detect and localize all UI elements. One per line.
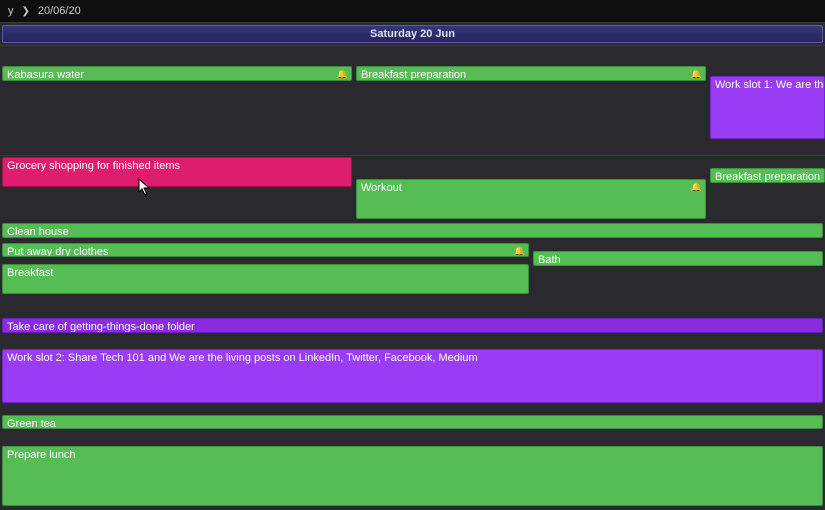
event-green-tea[interactable]: Green tea xyxy=(2,415,823,429)
event-bath[interactable]: Bath xyxy=(533,251,823,266)
calendar-canvas[interactable]: Kabasura water 🔔 Breakfast preparation 🔔… xyxy=(0,46,825,510)
event-label: Put away dry clothes xyxy=(7,246,109,257)
event-label: Workout xyxy=(361,182,402,194)
bell-icon: 🔔 xyxy=(337,68,348,81)
event-label: Kabasura water xyxy=(7,69,84,81)
event-work-slot-2[interactable]: Work slot 2: Share Tech 101 and We are t… xyxy=(2,349,823,403)
event-put-away-clothes[interactable]: Put away dry clothes 🔔 xyxy=(2,243,529,257)
event-label: Take care of getting-things-done folder xyxy=(7,321,195,333)
bell-icon: 🔔 xyxy=(514,245,525,257)
event-breakfast-prep[interactable]: Breakfast preparation 🔔 xyxy=(356,66,706,81)
breadcrumb-current[interactable]: 20/06/20 xyxy=(34,5,85,17)
event-kabasura[interactable]: Kabasura water 🔔 xyxy=(2,66,352,81)
event-workout[interactable]: Workout 🔔 xyxy=(356,179,706,219)
event-label: Grocery shopping for finished items xyxy=(7,160,180,172)
chevron-right-icon: ❯ xyxy=(22,6,30,17)
event-clean-house[interactable]: Clean house xyxy=(2,223,823,238)
event-label: Work slot 2: Share Tech 101 and We are t… xyxy=(7,352,478,364)
breadcrumb: y ❯ 20/06/20 xyxy=(0,0,825,22)
event-work-slot-1[interactable]: Work slot 1: We are the livin xyxy=(710,76,825,139)
event-breakfast-prep-2[interactable]: Breakfast preparation xyxy=(710,168,825,183)
breadcrumb-prev[interactable]: y xyxy=(4,5,18,17)
day-title: Saturday 20 Jun xyxy=(370,28,455,40)
bell-icon: 🔔 xyxy=(691,68,702,81)
current-time-indicator xyxy=(0,155,825,156)
event-grocery[interactable]: Grocery shopping for finished items xyxy=(2,157,352,187)
event-breakfast[interactable]: Breakfast xyxy=(2,264,529,294)
event-label: Breakfast xyxy=(7,267,53,279)
day-header[interactable]: Saturday 20 Jun xyxy=(2,25,823,43)
event-label: Prepare lunch xyxy=(7,449,76,461)
event-label: Bath xyxy=(538,254,561,266)
bell-icon: 🔔 xyxy=(691,181,702,194)
event-label: Clean house xyxy=(7,226,69,238)
event-label: Breakfast preparation xyxy=(715,171,820,183)
event-prepare-lunch[interactable]: Prepare lunch xyxy=(2,446,823,506)
event-gtd-folder[interactable]: Take care of getting-things-done folder xyxy=(2,318,823,333)
event-label: Breakfast preparation xyxy=(361,69,466,81)
event-label: Work slot 1: We are the livin xyxy=(715,79,825,91)
event-label: Green tea xyxy=(7,418,56,429)
day-header-container: Saturday 20 Jun xyxy=(0,22,825,46)
